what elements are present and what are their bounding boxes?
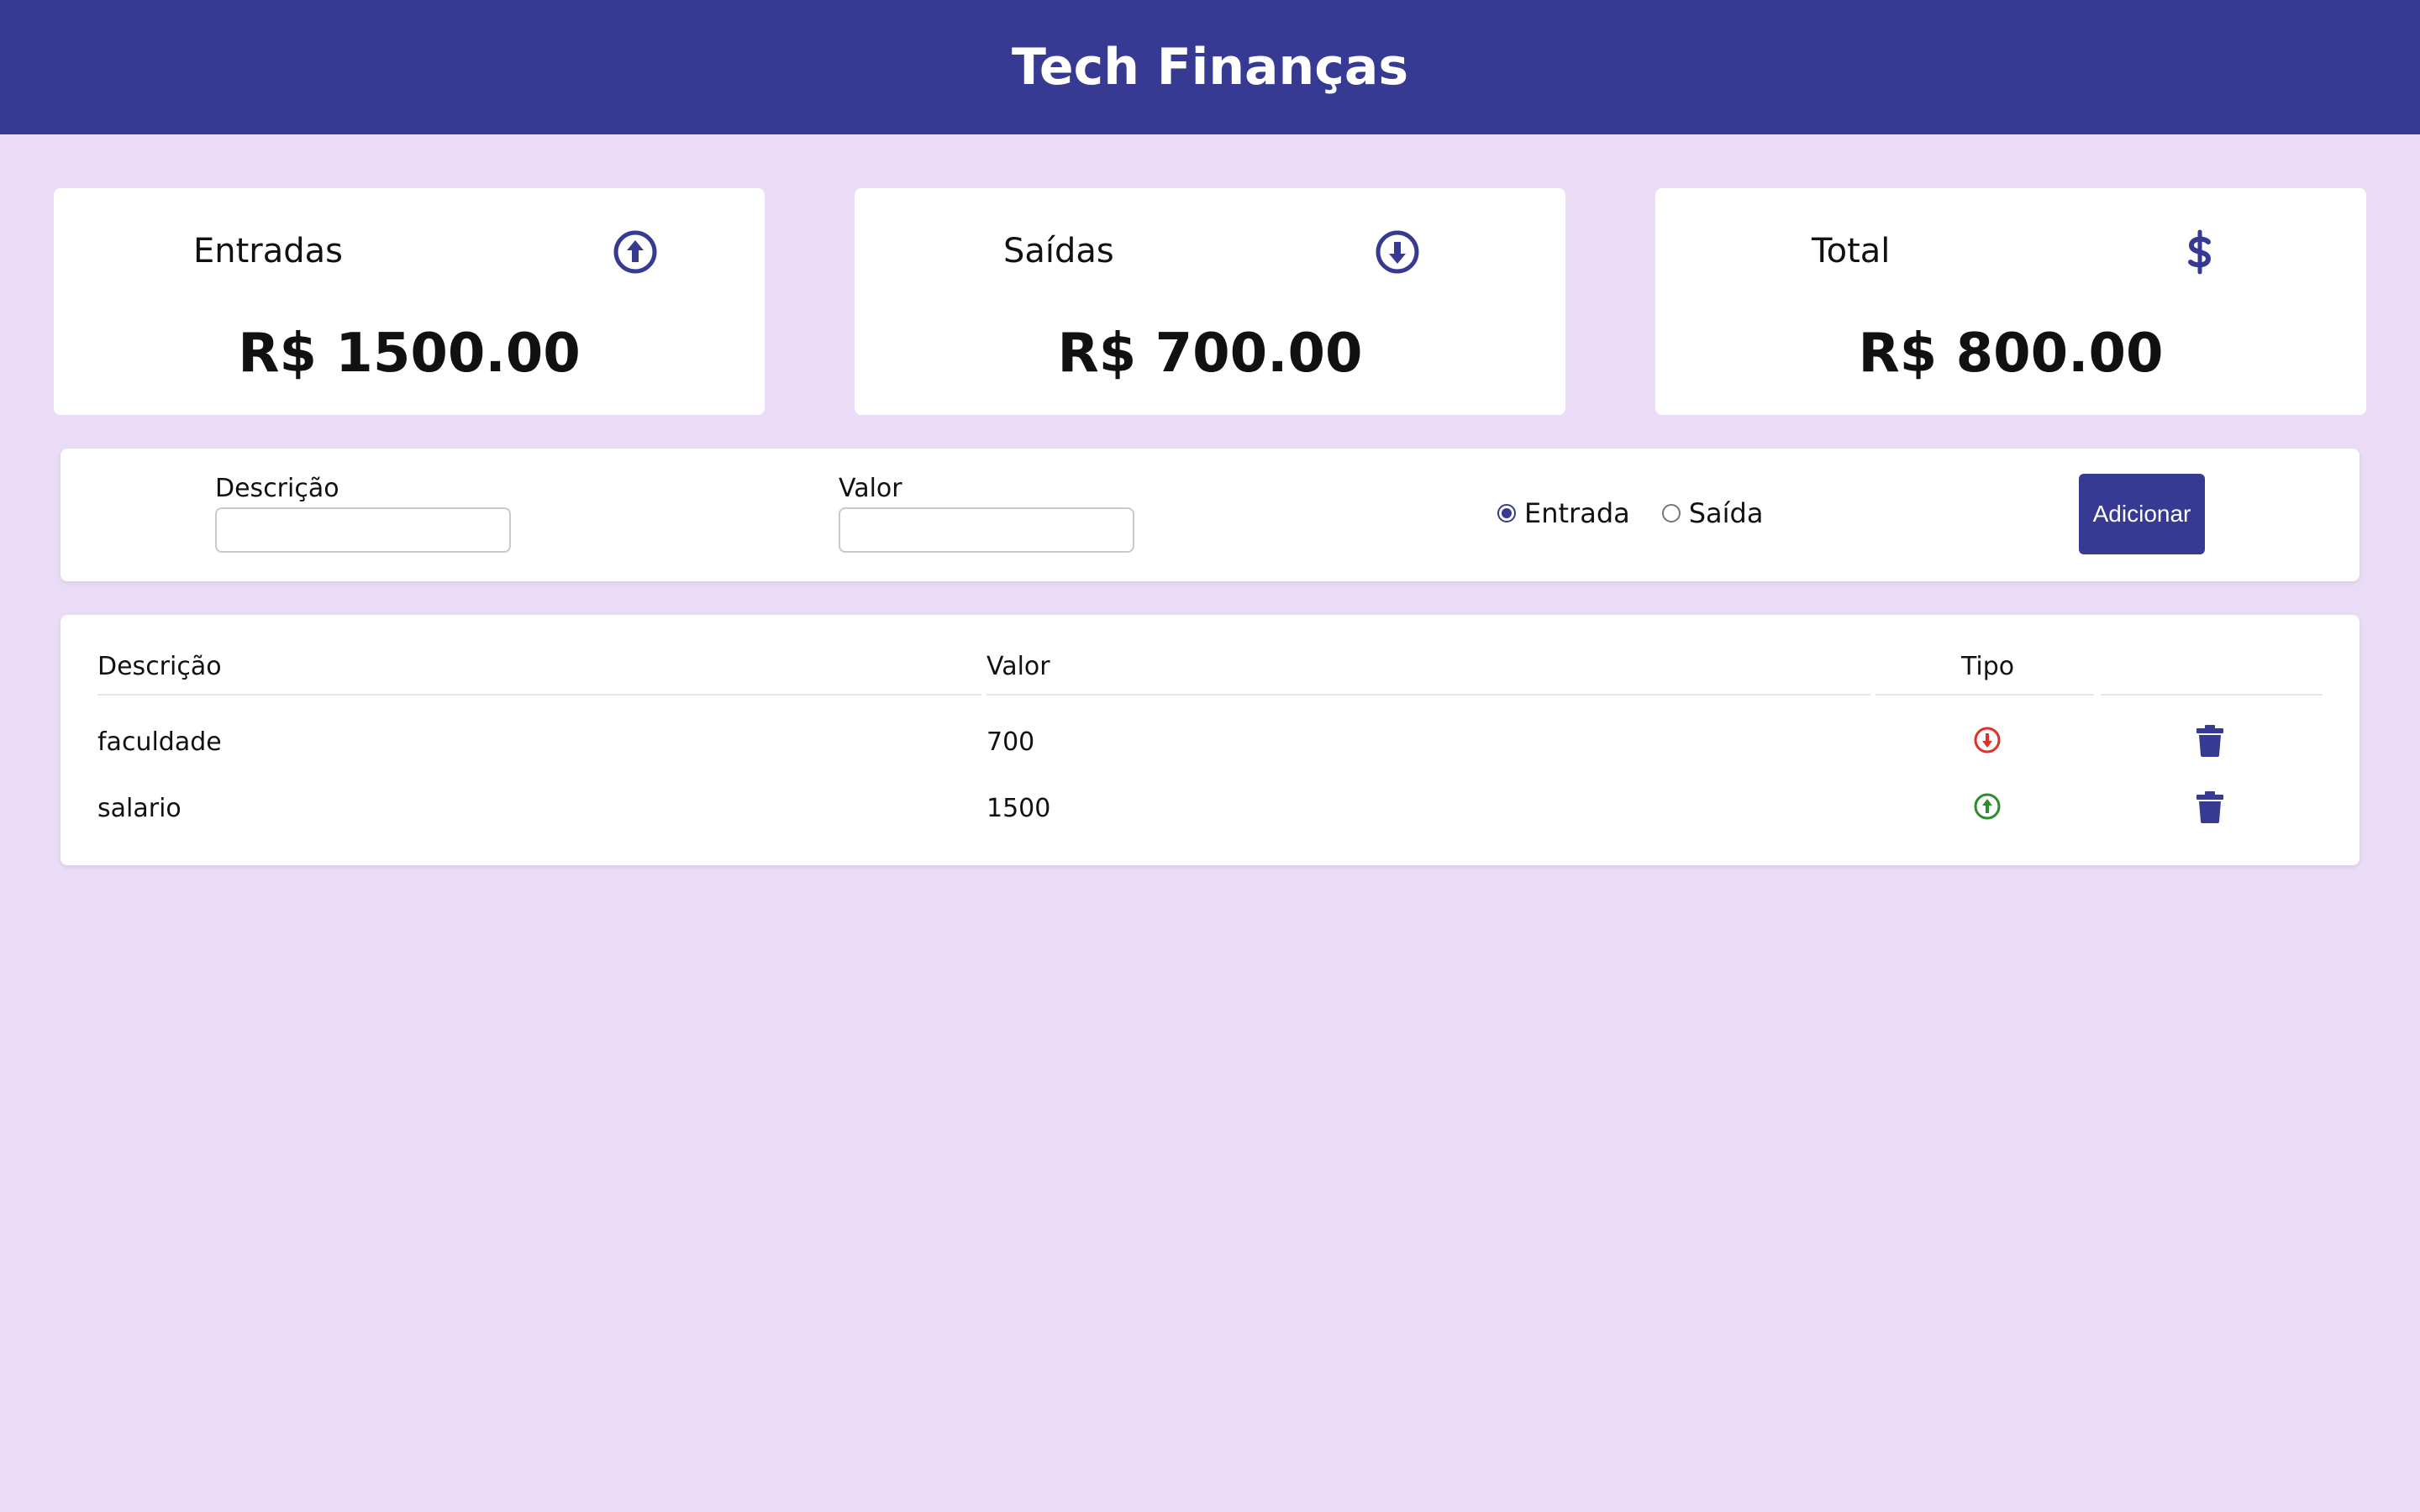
entradas-card: Entradas R$ 1500.00 [54, 188, 765, 415]
saidas-label: Saídas [1003, 232, 1114, 270]
dollar-icon [2188, 229, 2212, 275]
total-card: Total R$ 800.00 [1655, 188, 2366, 415]
row-1-descricao: faculdade [97, 727, 222, 757]
row-2-descricao: salario [97, 794, 182, 823]
app-header: Tech Finanças [0, 0, 2420, 134]
arrow-down-circle-icon [1376, 230, 1419, 274]
descricao-input[interactable] [215, 507, 511, 553]
total-value: R$ 800.00 [1858, 323, 2164, 385]
type-radio-group: Entrada Saída [1497, 497, 1795, 529]
trash-icon[interactable] [2195, 724, 2225, 758]
radio-entrada[interactable] [1497, 504, 1516, 522]
trash-icon[interactable] [2195, 790, 2225, 824]
arrow-up-circle-icon [613, 230, 657, 274]
saidas-card: Saídas R$ 700.00 [855, 188, 1565, 415]
entradas-label: Entradas [193, 232, 344, 270]
radio-saida[interactable] [1661, 504, 1681, 522]
valor-input[interactable] [839, 507, 1134, 553]
saidas-value: R$ 700.00 [1057, 323, 1363, 385]
header-divider [986, 694, 1870, 696]
header-divider [97, 694, 981, 696]
radio-entrada-label[interactable]: Entrada [1524, 497, 1630, 529]
descricao-label: Descrição [215, 474, 339, 503]
app-title: Tech Finanças [1011, 38, 1409, 97]
transactions-table: Descrição Valor Tipo faculdade 700 salar… [60, 615, 2360, 865]
row-2-valor: 1500 [986, 794, 1051, 823]
header-divider [2101, 694, 2323, 696]
entradas-value: R$ 1500.00 [238, 323, 581, 385]
add-transaction-form: Descrição Valor Entrada Saída Adicionar [60, 449, 2360, 581]
radio-saida-label[interactable]: Saída [1689, 497, 1764, 529]
add-button[interactable]: Adicionar [2079, 474, 2205, 554]
row-1-valor: 700 [986, 727, 1035, 757]
arrow-down-circle-icon [1974, 727, 2001, 753]
valor-label: Valor [839, 474, 902, 503]
total-label: Total [1812, 232, 1891, 270]
arrow-up-circle-icon [1974, 793, 2001, 820]
header-tipo: Tipo [1961, 652, 2015, 681]
header-valor: Valor [986, 652, 1050, 681]
header-descricao: Descrição [97, 652, 222, 681]
header-divider [1876, 694, 2094, 696]
